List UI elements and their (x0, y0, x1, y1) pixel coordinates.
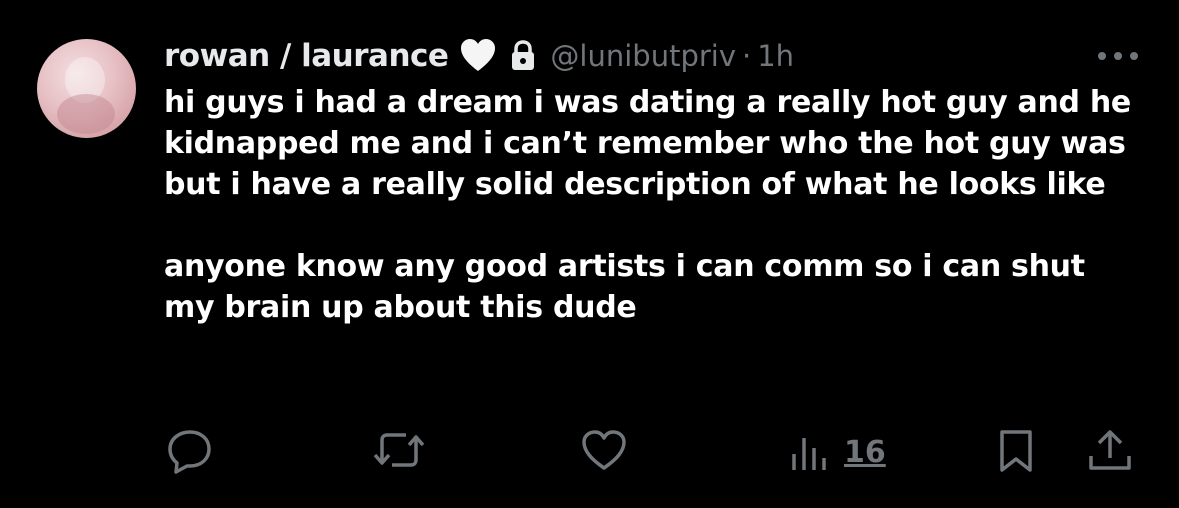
share-button[interactable] (1086, 428, 1134, 478)
more-options-icon[interactable] (1094, 44, 1142, 68)
views-count: 16 (844, 434, 886, 470)
timestamp[interactable]: 1h (757, 39, 794, 73)
tweet: rowan / laurance @lunibutpriv · 1h hi gu… (0, 0, 1179, 508)
tweet-text: hi guys i had a dream i was dating a rea… (164, 82, 1144, 328)
bookmark-icon (996, 428, 1036, 478)
reply-button[interactable] (166, 428, 214, 478)
repost-button[interactable] (372, 428, 426, 476)
tweet-header: rowan / laurance @lunibutpriv · 1h (164, 34, 794, 78)
white-heart-icon (458, 36, 498, 76)
speech-bubble-icon (166, 428, 214, 478)
display-name[interactable]: rowan / laurance (164, 38, 449, 74)
tweet-paragraph-1: hi guys i had a dream i was dating a rea… (164, 85, 1131, 202)
bar-chart-icon (790, 428, 830, 476)
tweet-paragraph-2: anyone know any good artists i can comm … (164, 249, 1085, 325)
user-handle[interactable]: @lunibutpriv (550, 39, 736, 73)
separator-dot: · (742, 39, 752, 73)
views-button[interactable]: 16 (790, 428, 886, 476)
bookmark-button[interactable] (996, 428, 1036, 478)
like-button[interactable] (580, 428, 628, 476)
avatar[interactable] (37, 39, 136, 138)
lock-icon (510, 40, 536, 72)
heart-outline-icon (580, 428, 628, 476)
repost-arrows-icon (372, 428, 426, 476)
share-upload-icon (1086, 428, 1134, 478)
